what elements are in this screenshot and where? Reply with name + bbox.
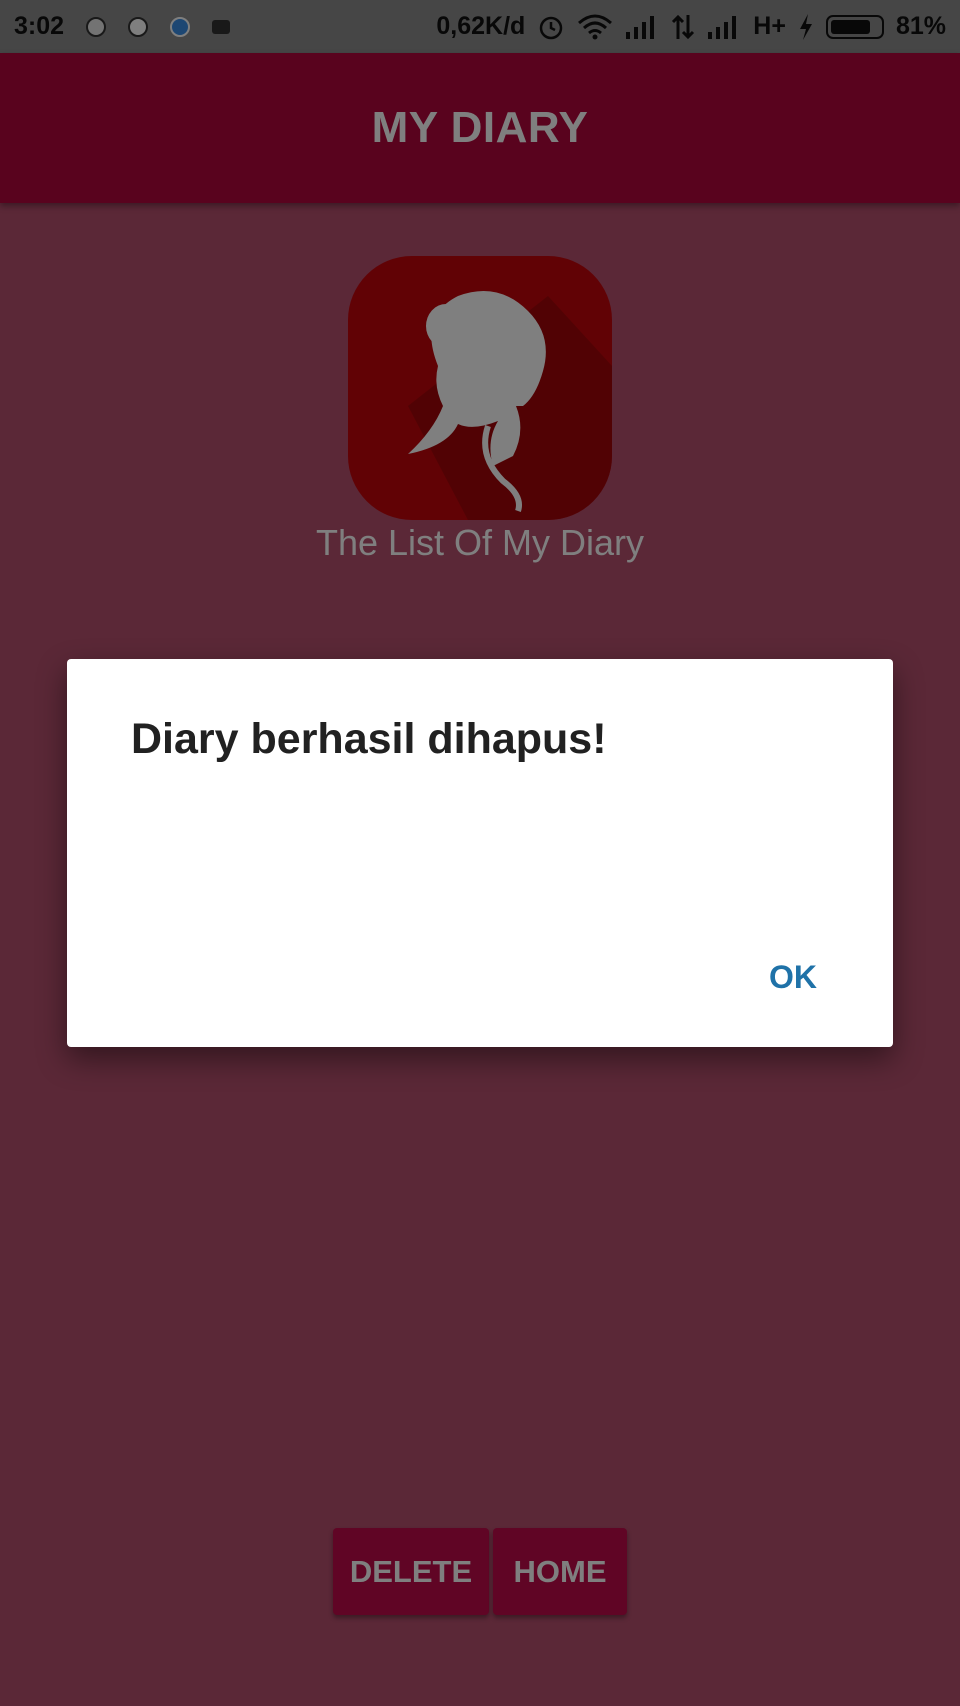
dialog-message: Diary berhasil dihapus! <box>131 715 607 763</box>
alert-dialog: Diary berhasil dihapus! OK <box>67 659 893 1047</box>
ok-button[interactable]: OK <box>759 951 827 1004</box>
